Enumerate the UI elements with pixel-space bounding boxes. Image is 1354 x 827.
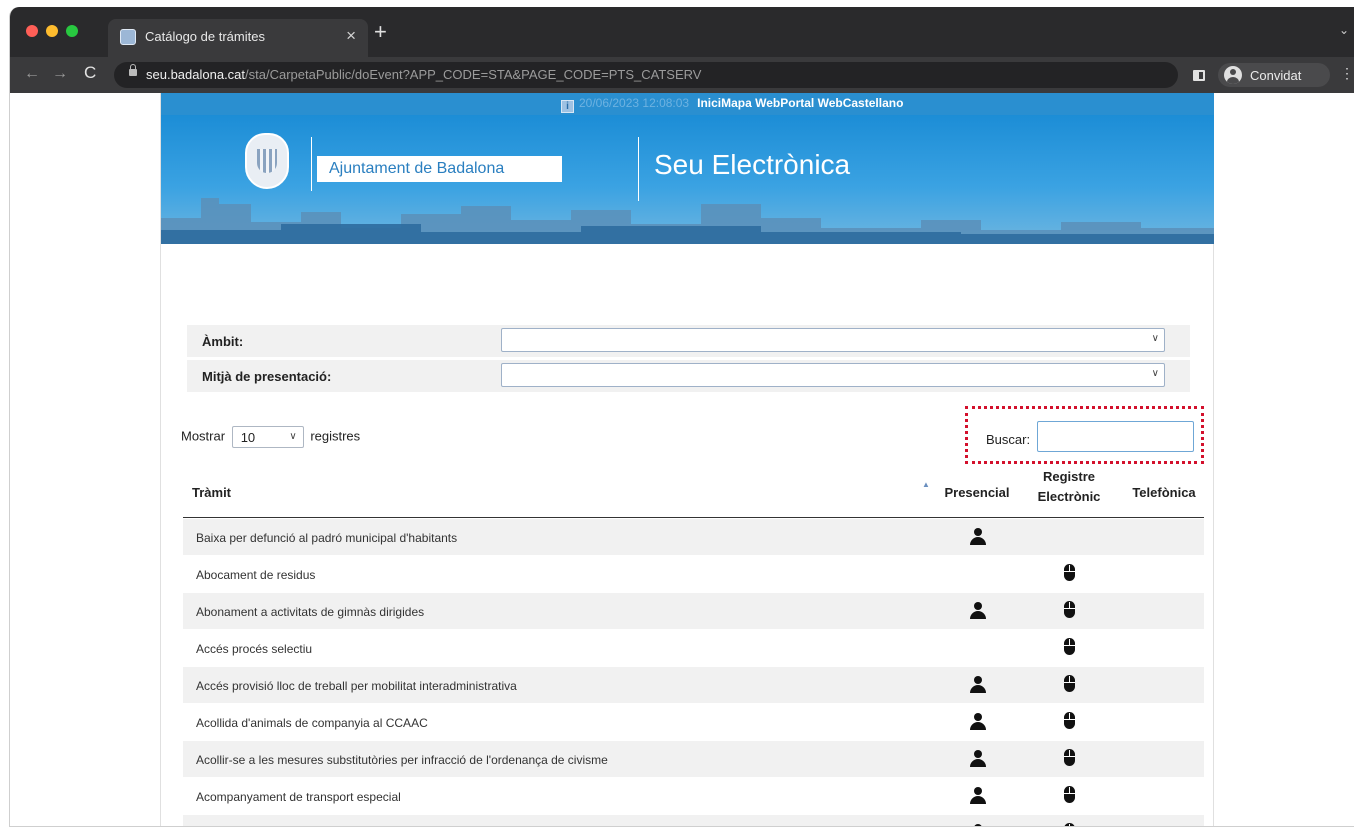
table-header: Tràmit ▲ Presencial Registre Electrònic T…	[183, 463, 1204, 518]
page-container: i 20/06/2023 12:08:03 IniciMapa WebPortal …	[160, 93, 1214, 826]
header-banner: Ajuntament de Badalona Seu Electrònica	[161, 115, 1214, 244]
tramit-name[interactable]: Acompanyament de transport especial	[196, 790, 401, 804]
url-text[interactable]: seu.badalona.cat/sta/CarpetaPublic/doEve…	[146, 67, 701, 82]
lock-icon[interactable]	[129, 64, 137, 76]
tramit-name[interactable]: Abonament a activitats de gimnàs dirigid…	[196, 605, 424, 619]
mouse-icon	[1064, 675, 1075, 692]
profile-avatar-icon	[1224, 66, 1242, 84]
person-icon	[969, 676, 987, 694]
link-mapa-web[interactable]: Mapa Web	[721, 96, 780, 110]
forward-button[interactable]: →	[52, 65, 68, 83]
minimize-window-button[interactable]	[46, 25, 58, 37]
mouse-icon	[1064, 638, 1075, 655]
search-highlight-box: Buscar:	[965, 406, 1204, 464]
tab-active[interactable]: Catálogo de trámites ×	[108, 19, 368, 57]
tab-close-icon[interactable]: ×	[346, 26, 356, 46]
divider	[311, 137, 312, 191]
table-row[interactable]: Baixa per defunció al padró municipal d'…	[183, 519, 1204, 556]
close-window-button[interactable]	[26, 25, 38, 37]
column-header-registre[interactable]: Registre Electrònic	[1029, 467, 1109, 507]
site-title: Seu Electrònica	[654, 149, 851, 180]
table-body: Baixa per defunció al padró municipal d'…	[183, 519, 1204, 826]
tab-strip: Catálogo de trámites × + ⌄	[10, 7, 1354, 57]
ajuntament-link[interactable]: Ajuntament de Badalona	[317, 156, 562, 182]
person-icon	[969, 750, 987, 768]
mitja-label: Mitjà de presentació:	[202, 369, 332, 384]
mostrar-label: Mostrar	[181, 428, 226, 444]
mouse-icon	[1064, 564, 1075, 581]
table-row[interactable]: Accés procés selectiu	[183, 630, 1204, 667]
mouse-icon	[1064, 786, 1075, 803]
tab-search-icon[interactable]: ⌄	[1339, 23, 1349, 37]
column-header-presencial[interactable]: Presencial	[937, 485, 1017, 500]
page-length-control: Mostrar 10 ∨ registres	[181, 426, 360, 448]
tramit-name[interactable]: Abocament de residus	[196, 568, 315, 582]
reload-button[interactable]: C	[84, 63, 96, 83]
search-label: Buscar:	[986, 432, 1031, 447]
side-panel-icon[interactable]	[1193, 70, 1205, 81]
browser-window: Catálogo de trámites × + ⌄ ← → C seu.bad…	[9, 7, 1354, 827]
tramit-name[interactable]: Acollida d'animals de companyia al CCAAC	[196, 716, 428, 730]
info-icon: i	[561, 100, 574, 113]
favicon-icon	[120, 29, 136, 45]
chevron-down-icon: ∨	[1151, 333, 1159, 344]
table-row[interactable]: Abonament a activitats de gimnàs dirigid…	[183, 593, 1204, 630]
link-portal-web[interactable]: Portal Web	[780, 96, 842, 110]
table-row[interactable]: Acompanyament de transport especial	[183, 778, 1204, 815]
column-header-tramit[interactable]: Tràmit	[192, 485, 231, 500]
tab-title: Catálogo de trámites	[145, 29, 265, 44]
datetime: 20/06/2023 12:08:03	[579, 96, 690, 110]
link-castellano[interactable]: Castellano	[843, 96, 904, 110]
chevron-down-icon: ∨	[289, 431, 297, 442]
address-bar[interactable]: seu.badalona.cat/sta/CarpetaPublic/doEve…	[114, 62, 1178, 88]
table-row[interactable]: Acollida d'animals de companyia al CCAAC	[183, 704, 1204, 741]
person-icon	[969, 602, 987, 620]
page-viewport: i 20/06/2023 12:08:03 IniciMapa WebPortal …	[10, 93, 1354, 826]
table-row[interactable]: Acollir-se a les mesures substitutòries …	[183, 741, 1204, 778]
page-length-select[interactable]: 10 ∨	[231, 426, 304, 448]
registres-label: registres	[310, 428, 361, 444]
tramit-name[interactable]: Accés provisió lloc de treball per mobil…	[196, 679, 517, 693]
profile-button[interactable]: Convidat	[1218, 63, 1330, 87]
sort-ascending-icon[interactable]: ▲	[922, 480, 930, 489]
maximize-window-button[interactable]	[66, 25, 78, 37]
column-header-telefonica[interactable]: Telefònica	[1124, 485, 1204, 500]
ambit-select[interactable]: ∨	[501, 328, 1165, 352]
mitja-select[interactable]: ∨	[501, 363, 1165, 387]
new-tab-button[interactable]: +	[374, 21, 387, 43]
ambit-label: Àmbit:	[202, 334, 244, 349]
browser-toolbar: ← → C seu.badalona.cat/sta/CarpetaPublic…	[10, 57, 1354, 93]
tramit-name[interactable]: Acollir-se a les mesures substitutòries …	[196, 753, 608, 767]
badalona-crest-logo[interactable]	[245, 133, 289, 189]
back-button[interactable]: ←	[24, 65, 40, 83]
filter-ambit-row: Àmbit: ∨	[187, 325, 1190, 357]
table-row[interactable]: Accés provisió lloc de treball per mobil…	[183, 667, 1204, 704]
chevron-down-icon: ∨	[1151, 368, 1159, 379]
person-icon	[969, 528, 987, 546]
table-row[interactable]: Actes incivisme	[183, 815, 1204, 826]
mouse-icon	[1064, 601, 1075, 618]
table-row[interactable]: Abocament de residus	[183, 556, 1204, 593]
mouse-icon	[1064, 749, 1075, 766]
person-icon	[969, 787, 987, 805]
person-icon	[969, 713, 987, 731]
search-input[interactable]	[1037, 421, 1194, 452]
tramit-name[interactable]: Baixa per defunció al padró municipal d'…	[196, 531, 457, 545]
filter-mitja-row: Mitjà de presentació: ∨	[187, 360, 1190, 392]
city-skyline-image	[161, 198, 1214, 244]
menu-icon[interactable]: ⋮	[1340, 65, 1354, 82]
divider	[638, 137, 639, 201]
mouse-icon	[1064, 712, 1075, 729]
profile-name: Convidat	[1250, 68, 1302, 83]
tramit-name[interactable]: Accés procés selectiu	[196, 642, 312, 656]
link-inici[interactable]: Inici	[697, 96, 721, 110]
top-bar: i 20/06/2023 12:08:03 IniciMapa WebPortal …	[161, 93, 1214, 115]
mouse-icon	[1064, 823, 1075, 826]
